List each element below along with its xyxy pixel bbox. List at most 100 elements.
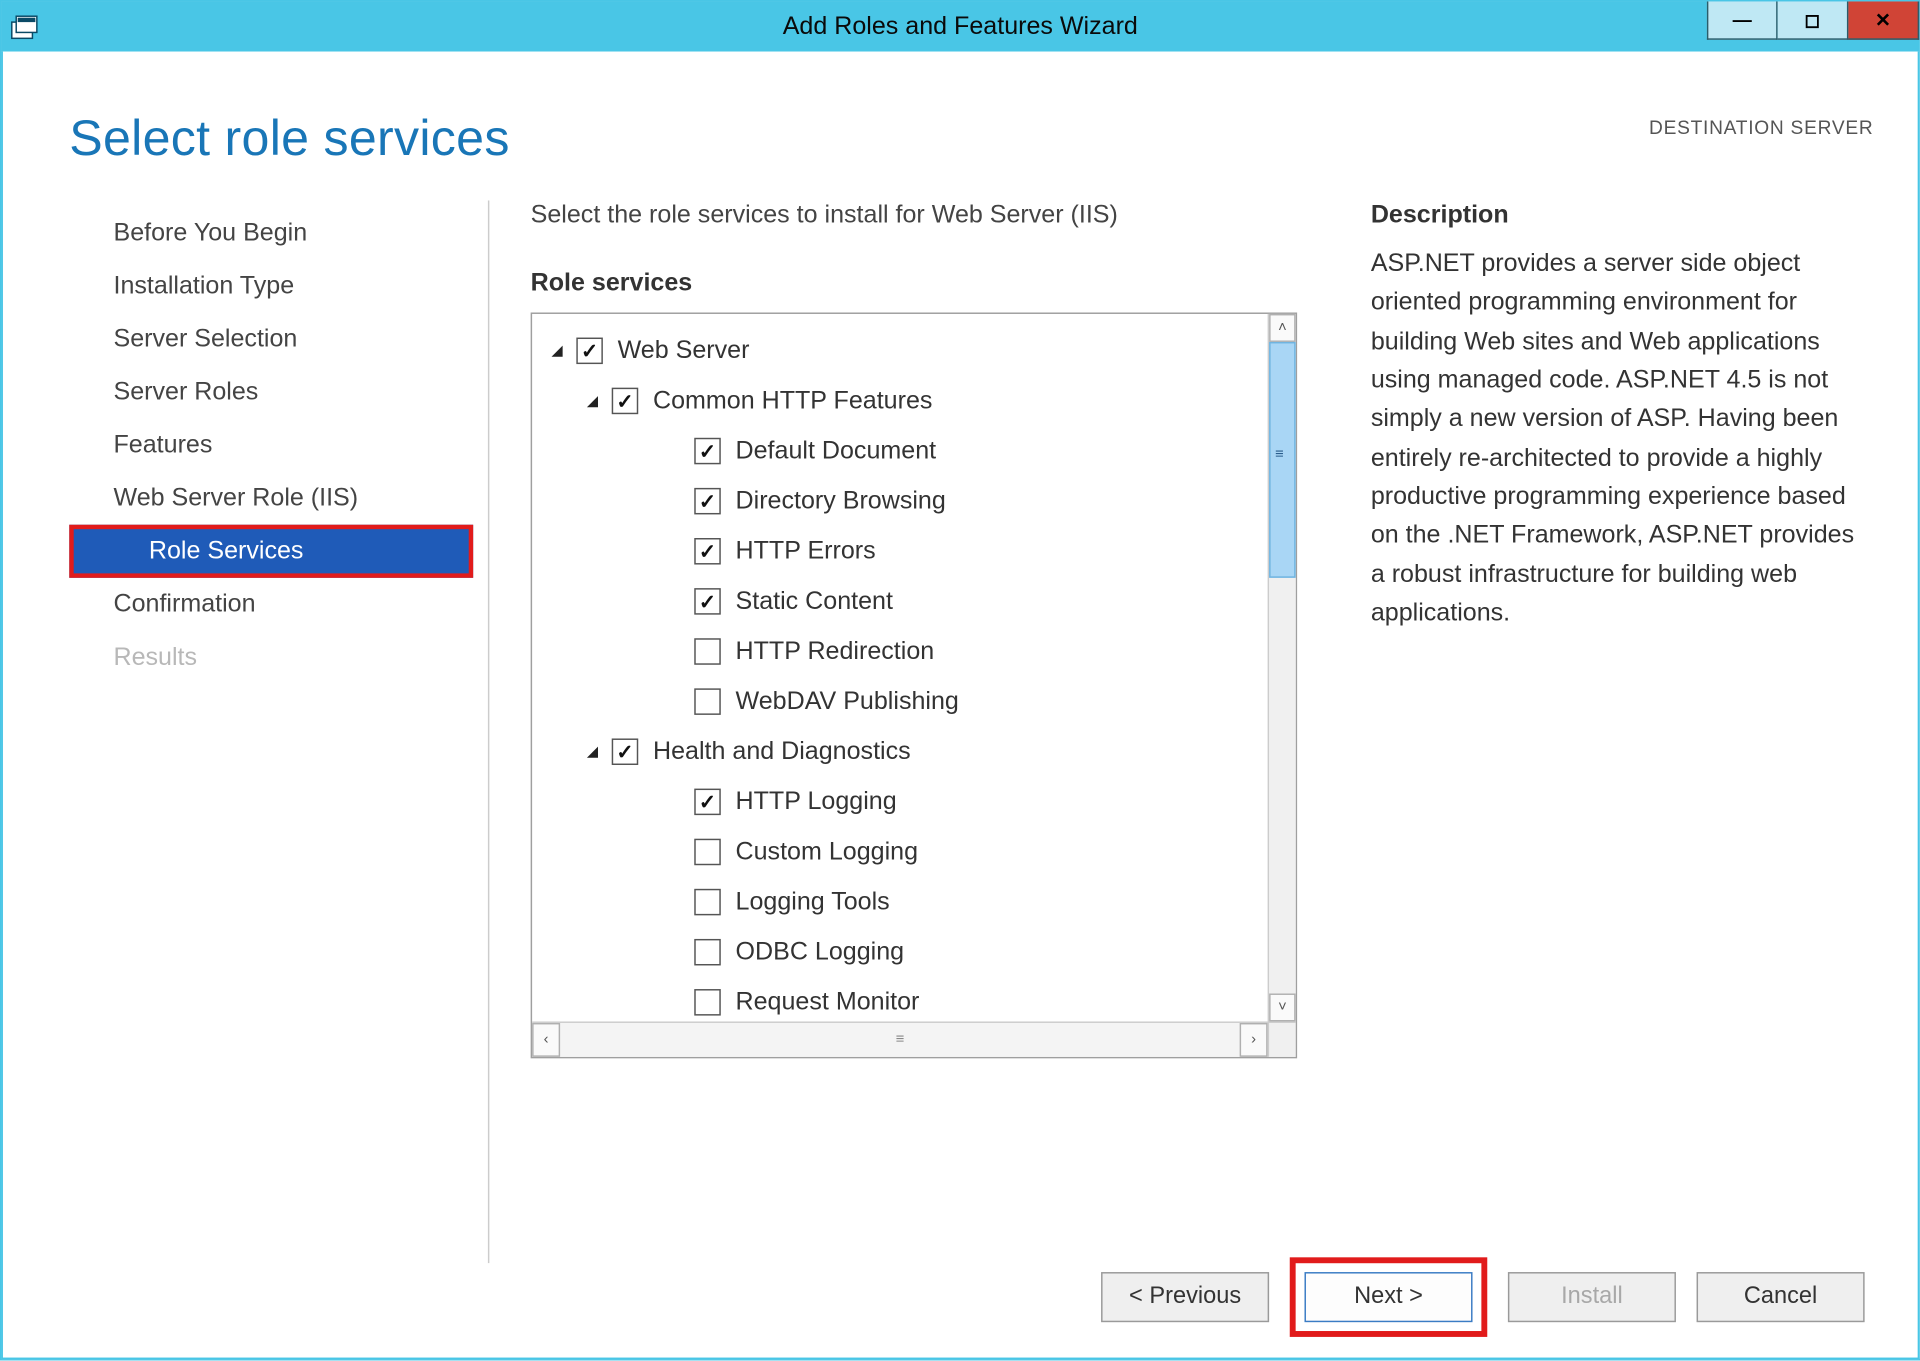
page-title: Select role services (69, 111, 509, 168)
tree-node-label: Request Monitor (736, 988, 920, 1017)
tree-node[interactable]: WebDAV Publishing (541, 677, 1262, 727)
step-confirmation[interactable]: Confirmation (69, 578, 473, 631)
checkbox[interactable] (694, 638, 721, 665)
step-installation-type[interactable]: Installation Type (69, 259, 473, 312)
next-button-highlight: Next > (1290, 1257, 1488, 1337)
tree-node[interactable]: Default Document (541, 426, 1262, 476)
expander-spacer (665, 541, 686, 562)
tree-content: Web Server Common HTTP Features Default Do… (532, 314, 1268, 1022)
checkbox[interactable] (694, 989, 721, 1016)
tree-node-label: HTTP Errors (736, 537, 876, 566)
wizard-steps: Before You Begin Installation Type Serve… (69, 200, 489, 1263)
tree-node[interactable]: Common HTTP Features (541, 376, 1262, 426)
expander-spacer (665, 441, 686, 462)
tree-node-label: Web Server (618, 336, 750, 365)
minimize-button[interactable]: — (1707, 1, 1778, 39)
checkbox[interactable] (612, 738, 639, 765)
scrollbar-vertical[interactable]: ˄ ˅ (1268, 314, 1296, 1022)
server-manager-icon (10, 13, 39, 40)
tree-node-label: Logging Tools (736, 887, 890, 916)
expander-spacer (665, 591, 686, 612)
next-button[interactable]: Next > (1304, 1272, 1472, 1322)
checkbox[interactable] (694, 438, 721, 465)
tree-node[interactable]: HTTP Logging (541, 777, 1262, 827)
checkbox[interactable] (694, 688, 721, 715)
tree-node-label: Static Content (736, 587, 893, 616)
checkbox[interactable] (694, 889, 721, 916)
step-web-server-role[interactable]: Web Server Role (IIS) (69, 472, 473, 525)
checkbox[interactable] (694, 588, 721, 615)
scrollbar-horizontal[interactable]: ‹ ≡ › (532, 1021, 1268, 1056)
expander-spacer (665, 491, 686, 512)
tree-node-label: Common HTTP Features (653, 386, 932, 415)
tree-node-label: Directory Browsing (736, 486, 946, 515)
description-section: Description ASP.NET provides a server si… (1371, 200, 1874, 1263)
expander-spacer (665, 691, 686, 712)
step-before-you-begin[interactable]: Before You Begin (69, 206, 473, 259)
tree-node[interactable]: Directory Browsing (541, 476, 1262, 526)
main-columns: Before You Begin Installation Type Serve… (3, 168, 1918, 1263)
expander-spacer (665, 892, 686, 913)
tree-node[interactable]: Logging Tools (541, 877, 1262, 927)
step-role-services[interactable]: Role Services (69, 525, 473, 578)
tree-node-label: Custom Logging (736, 837, 918, 866)
instruction-text: Select the role services to install for … (531, 200, 1312, 229)
wizard-footer: < Previous Next > Install Cancel (3, 1263, 1918, 1357)
scrollbar-corner (1268, 1021, 1296, 1056)
step-server-roles[interactable]: Server Roles (69, 366, 473, 419)
expander-icon[interactable] (582, 391, 603, 412)
scroll-track-vertical[interactable] (1269, 342, 1296, 994)
tree-node[interactable]: Static Content (541, 576, 1262, 626)
tree-node[interactable]: Request Monitor (541, 977, 1262, 1021)
cancel-button[interactable]: Cancel (1697, 1272, 1865, 1322)
tree-node-label: HTTP Logging (736, 787, 897, 816)
wizard-window: Add Roles and Features Wizard — ◻ ✕ Sele… (0, 0, 1920, 1361)
checkbox[interactable] (694, 839, 721, 866)
expander-spacer (665, 842, 686, 863)
checkbox[interactable] (694, 538, 721, 565)
tree-node[interactable]: Health and Diagnostics (541, 727, 1262, 777)
tree-node[interactable]: Custom Logging (541, 827, 1262, 877)
tree-node-label: HTTP Redirection (736, 637, 935, 666)
install-button: Install (1508, 1272, 1676, 1322)
expander-spacer (665, 992, 686, 1013)
expander-spacer (665, 792, 686, 813)
scroll-thumb-vertical[interactable] (1269, 342, 1296, 578)
checkbox[interactable] (576, 338, 603, 365)
scroll-left-icon[interactable]: ‹ (532, 1023, 560, 1057)
tree-section: Select the role services to install for … (531, 200, 1312, 1263)
scroll-track-horizontal[interactable]: ≡ (560, 1023, 1240, 1057)
tree-node[interactable]: HTTP Errors (541, 526, 1262, 576)
expander-spacer (665, 942, 686, 963)
checkbox[interactable] (694, 939, 721, 966)
tree-node[interactable]: Web Server (541, 326, 1262, 376)
description-text: ASP.NET provides a server side object or… (1371, 245, 1868, 633)
page-header: Select role services DESTINATION SERVER (3, 52, 1918, 168)
destination-label: DESTINATION SERVER (1649, 116, 1873, 138)
window-title: Add Roles and Features Wizard (1, 12, 1919, 41)
step-features[interactable]: Features (69, 419, 473, 472)
destination-block: DESTINATION SERVER (1649, 111, 1873, 142)
checkbox[interactable] (694, 488, 721, 515)
titlebar: Add Roles and Features Wizard — ◻ ✕ (1, 1, 1919, 51)
checkbox[interactable] (612, 388, 639, 415)
scroll-down-icon[interactable]: ˅ (1269, 993, 1296, 1021)
description-heading: Description (1371, 200, 1868, 229)
maximize-button[interactable]: ◻ (1778, 1, 1849, 39)
step-results: Results (69, 631, 473, 684)
tree-node-label: Default Document (736, 436, 937, 465)
checkbox[interactable] (694, 789, 721, 816)
tree-heading: Role services (531, 268, 1312, 297)
scroll-up-icon[interactable]: ˄ (1269, 314, 1296, 342)
expander-icon[interactable] (582, 741, 603, 762)
close-button[interactable]: ✕ (1848, 1, 1919, 39)
expander-spacer (665, 641, 686, 662)
tree-node-label: Health and Diagnostics (653, 737, 911, 766)
step-server-selection[interactable]: Server Selection (69, 312, 473, 365)
tree-node[interactable]: ODBC Logging (541, 927, 1262, 977)
previous-button[interactable]: < Previous (1101, 1272, 1269, 1322)
expander-icon[interactable] (547, 340, 568, 361)
tree-node[interactable]: HTTP Redirection (541, 626, 1262, 676)
scroll-right-icon[interactable]: › (1240, 1023, 1268, 1057)
role-services-tree: Web Server Common HTTP Features Default Do… (531, 312, 1297, 1058)
